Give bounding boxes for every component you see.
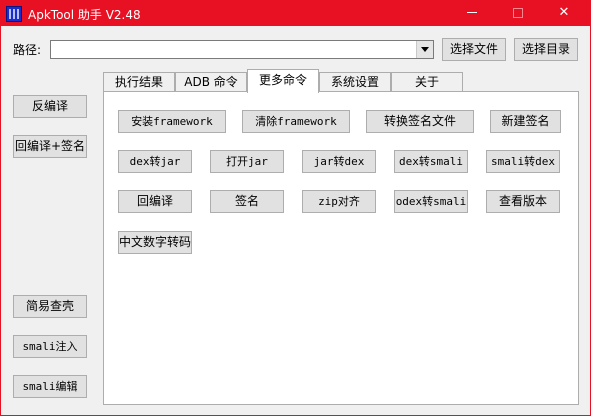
convert-signature-button[interactable]: 转换签名文件	[366, 110, 474, 133]
odex-to-smali-button[interactable]: odex转smali	[394, 190, 468, 213]
zip-align-button[interactable]: zip对齐	[302, 190, 376, 213]
install-framework-button[interactable]: 安装framework	[118, 110, 226, 133]
sign-button[interactable]: 签名	[210, 190, 284, 213]
close-button[interactable]: ✕	[541, 1, 587, 26]
clear-framework-button[interactable]: 清除framework	[242, 110, 350, 133]
maximize-icon	[513, 7, 523, 18]
minimize-icon	[467, 12, 477, 13]
app-icon	[6, 6, 22, 22]
select-file-button[interactable]: 选择文件	[442, 38, 506, 61]
dex-to-jar-button[interactable]: dex转jar	[118, 150, 192, 173]
app-window: ApkTool 助手 V2.48 ✕ 路径: 选择文件 选择目录 反编译 回编译…	[0, 0, 591, 416]
tab-results[interactable]: 执行结果	[103, 72, 175, 92]
open-jar-button[interactable]: 打开jar	[210, 150, 284, 173]
smali-edit-button[interactable]: smali编辑	[13, 375, 87, 398]
smali-to-dex-button[interactable]: smali转dex	[486, 150, 560, 173]
select-dir-button[interactable]: 选择目录	[514, 38, 578, 61]
shell-check-button[interactable]: 简易查壳	[13, 295, 87, 318]
jar-to-dex-button[interactable]: jar转dex	[302, 150, 376, 173]
tab-more-commands[interactable]: 更多命令	[247, 69, 319, 93]
new-signature-button[interactable]: 新建签名	[490, 110, 561, 133]
path-label: 路径:	[13, 43, 42, 57]
tab-about[interactable]: 关于	[391, 72, 463, 92]
chevron-down-icon[interactable]	[416, 41, 433, 58]
minimize-button[interactable]	[449, 1, 495, 26]
check-version-button[interactable]: 查看版本	[486, 190, 560, 213]
smali-inject-button[interactable]: smali注入	[13, 335, 87, 358]
tab-adb[interactable]: ADB 命令	[175, 72, 247, 92]
maximize-button[interactable]	[495, 1, 541, 26]
decompile-button[interactable]: 反编译	[13, 95, 87, 118]
title-bar[interactable]: ApkTool 助手 V2.48 ✕	[1, 1, 590, 26]
path-combobox[interactable]	[50, 40, 434, 59]
chinese-number-encode-button[interactable]: 中文数字转码	[118, 231, 192, 254]
window-title: ApkTool 助手 V2.48	[28, 8, 141, 22]
recompile-button[interactable]: 回编译	[118, 190, 192, 213]
recompile-sign-button[interactable]: 回编译+签名	[13, 135, 87, 158]
dex-to-smali-button[interactable]: dex转smali	[394, 150, 468, 173]
tab-settings[interactable]: 系统设置	[319, 72, 391, 92]
